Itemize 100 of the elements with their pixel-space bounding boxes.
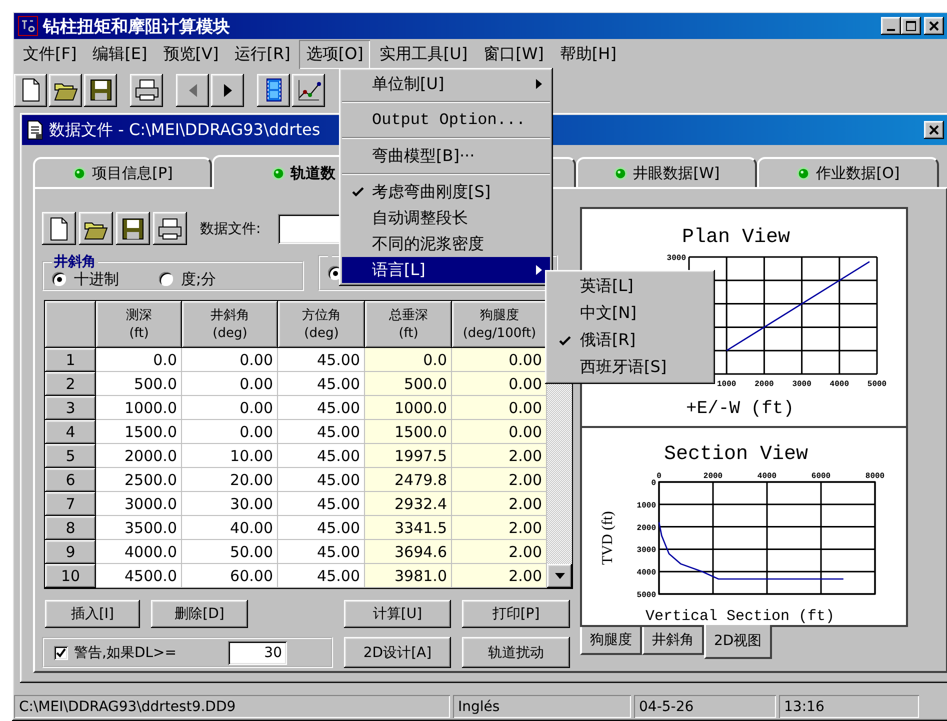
table-cell: 1997.5 [365, 444, 452, 468]
column-unit: (ft) [129, 324, 149, 342]
table-cell: 2.00 [452, 468, 547, 492]
menu-item[interactable]: 单位制[U] [342, 71, 550, 97]
print-button[interactable]: 打印[P] [462, 600, 570, 628]
tick-label: 3000 [666, 254, 686, 263]
table-cell: 3341.5 [365, 516, 452, 540]
table-cell: 45.00 [278, 564, 365, 588]
row-header: 8 [45, 516, 96, 540]
menu-item[interactable]: 窗口[W] [476, 40, 551, 69]
calculate-button[interactable]: 计算[U] [344, 600, 451, 628]
menu-item[interactable]: 运行[R] [228, 40, 298, 69]
toolbar-button[interactable] [211, 74, 244, 106]
tab-label: 作业数据[O] [816, 164, 900, 182]
row-header: 1 [45, 348, 96, 372]
menu-item[interactable]: 帮助[H] [552, 40, 624, 69]
perturb-button[interactable]: 轨道扰动 [462, 637, 570, 668]
table-cell: 500.0 [365, 372, 452, 396]
table-cell: 2.00 [452, 564, 547, 588]
toolbar-button[interactable] [42, 212, 76, 245]
group-title: 井斜角 [53, 255, 97, 269]
insert-button[interactable]: 插入[I] [45, 600, 140, 628]
design-button[interactable]: 2D设计[A] [344, 637, 451, 668]
toolbar-button[interactable] [153, 212, 187, 245]
column-unit: (deg/100ft) [462, 324, 536, 342]
submenu-arrow-icon [536, 265, 542, 275]
check-icon [352, 186, 364, 198]
minimize-button[interactable] [881, 17, 901, 35]
toolbar-button[interactable] [176, 74, 209, 106]
table-cell: 45.00 [278, 396, 365, 420]
menu-item[interactable]: 编辑[E] [86, 40, 154, 69]
radio-button[interactable] [159, 272, 173, 286]
table-cell: 2500.0 [96, 468, 182, 492]
tab-label: 轨道数 [290, 164, 336, 182]
menu-item[interactable]: 实用工具[U] [372, 40, 475, 69]
tick-label: 3000 [792, 380, 812, 389]
table-cell: 2.00 [452, 492, 547, 516]
tick-label: 6000 [811, 472, 831, 481]
menu-item[interactable]: 英语[L] [548, 273, 712, 300]
delete-button[interactable]: 删除[D] [151, 600, 248, 628]
axis-label: TVD (ft) [600, 511, 616, 565]
down-arrow-icon [554, 573, 564, 579]
tab[interactable]: 2D视图 [704, 625, 772, 659]
column-unit: (deg) [212, 324, 248, 342]
close-button[interactable] [924, 17, 944, 35]
table-cell: 45.00 [278, 492, 365, 516]
toolbar-button[interactable] [116, 212, 150, 245]
menu-item[interactable]: 预览[V] [156, 40, 226, 69]
row-header: 2 [45, 372, 96, 396]
close-button[interactable] [924, 121, 944, 139]
tick-label: 1000 [717, 380, 736, 389]
column-name: 狗腿度 [480, 306, 519, 324]
menu-item[interactable]: 自动调整段长 [342, 205, 550, 231]
axis-label: +E/-W (ft) [686, 399, 794, 419]
tick-label: 5000 [867, 380, 887, 389]
status-light-icon [72, 166, 88, 180]
tab[interactable]: 项目信息[P] [33, 157, 212, 187]
maximize-button[interactable] [901, 17, 921, 35]
table-cell: 45.00 [278, 516, 365, 540]
threshold-field[interactable]: 30 [228, 640, 287, 664]
row-header: 5 [45, 444, 96, 468]
table-cell: 1500.0 [96, 420, 182, 444]
scroll-down-button[interactable] [547, 564, 572, 588]
menu-item[interactable]: 语言[L] [342, 257, 550, 283]
tab[interactable]: 作业数据[O] [757, 157, 939, 187]
menu-item[interactable]: 文件[F] [16, 40, 84, 69]
menu-item[interactable]: 选项[O] [299, 40, 370, 69]
table-cell: 0.00 [452, 348, 547, 372]
menu-item[interactable]: Output Option... [342, 107, 550, 133]
tab-label: 项目信息[P] [92, 164, 173, 182]
table-cell: 3000.0 [96, 492, 182, 516]
radio-button[interactable] [52, 272, 66, 286]
table-cell: 0.00 [182, 348, 278, 372]
menu-item[interactable]: 俄语[R] [548, 327, 712, 354]
submenu-arrow-icon [536, 79, 542, 89]
row-header: 6 [45, 468, 96, 492]
table-cell: 60.00 [182, 564, 278, 588]
axis-label: Vertical Section (ft) [645, 608, 835, 625]
tab[interactable]: 井眼数据[W] [576, 157, 757, 187]
table-cell: 45.00 [278, 348, 365, 372]
table-cell: 1000.0 [365, 396, 452, 420]
table-cell: 2932.4 [365, 492, 452, 516]
toolbar-button[interactable] [79, 212, 113, 245]
document-icon [26, 120, 44, 140]
menu-item[interactable]: 不同的泥浆密度 [342, 231, 550, 257]
table-cell: 0.00 [182, 396, 278, 420]
checkbox[interactable] [54, 646, 68, 660]
tab[interactable]: 井斜角 [642, 627, 704, 655]
tick-label: 2000 [754, 380, 774, 389]
tick-label: 5000 [636, 591, 656, 600]
menu-item[interactable]: 中文[N] [548, 300, 712, 327]
table-cell: 50.00 [182, 540, 278, 564]
table-cell: 3694.6 [365, 540, 452, 564]
row-header: 7 [45, 492, 96, 516]
tab[interactable]: 狗腿度 [580, 627, 642, 655]
table-cell: 0.00 [452, 372, 547, 396]
table-cell: 3500.0 [96, 516, 182, 540]
table-cell: 40.00 [182, 516, 278, 540]
menu-item[interactable]: 西班牙语[S] [548, 354, 712, 381]
app-icon [18, 16, 38, 36]
